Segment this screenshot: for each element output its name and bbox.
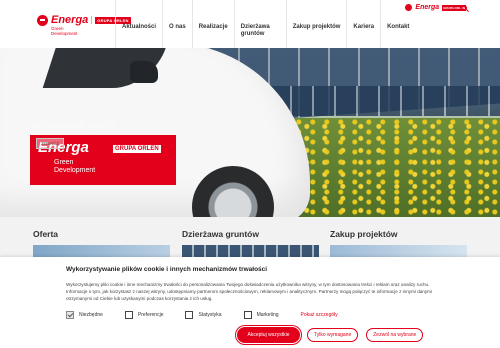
section-oferta[interactable]: Oferta [33, 229, 58, 239]
hero-banner: Energa GRUPA ORLEN Green Development Akt… [0, 48, 500, 217]
nav-item-kariera[interactable]: Kariera [346, 0, 380, 48]
show-details-link[interactable]: Pokaż szczegóły [301, 312, 338, 318]
cookie-buttons: Akceptuj wszystkie Tylko wymagane Zezwól… [238, 328, 424, 342]
logo-divider [91, 16, 93, 24]
section-image-dzierzawa [182, 245, 319, 257]
section-title: Oferta [33, 229, 59, 239]
top-group-logo[interactable]: Energa GRUPA ORLEN [405, 4, 466, 11]
nav-item-aktualnosci[interactable]: Aktualności [115, 0, 162, 48]
energa-logo-icon [37, 14, 48, 26]
decal-green-line: Green [54, 159, 74, 166]
section-title: Zakup projektów [330, 229, 398, 239]
energa-small-icon [405, 4, 413, 11]
decal-grupa-text: GRUPA ORLEN [113, 145, 161, 153]
decal-development-line: Development [54, 167, 96, 174]
accept-all-button[interactable]: Akceptuj wszystkie [238, 328, 299, 342]
checkbox-preferencje[interactable]: Preferencje [124, 311, 164, 319]
section-image-zakup [330, 245, 467, 257]
main-nav: Aktualności O nas Realizacje Dzierżawa g… [115, 0, 415, 48]
section-image-oferta [33, 245, 170, 257]
checkbox-label: Marketing [256, 312, 279, 318]
checkbox-niezbedne[interactable]: Niezbędne [66, 311, 103, 319]
hero-title: Aktualności spółki [32, 120, 116, 131]
search-icon[interactable] [461, 5, 467, 11]
checkbox-checked-icon[interactable] [66, 311, 74, 319]
allow-selected-button[interactable]: Zezwól na wybrane [366, 328, 424, 342]
nav-item-zakup-projektow[interactable]: Zakup projektów [285, 0, 347, 48]
nav-item-realizacje[interactable]: Realizacje [191, 0, 234, 48]
decal-green-text: Green Development [54, 159, 95, 175]
checkbox-box[interactable] [185, 311, 194, 319]
cookie-banner: Wykorzystywanie plików cookie i innych m… [0, 257, 500, 348]
checkbox-label: Statystyka [198, 312, 222, 318]
nav-item-o-nas[interactable]: O nas [162, 0, 192, 48]
hero-see-button[interactable]: ZOBACZ [36, 138, 65, 149]
cookie-description: Wykorzystujemy pliki cookie i inne mecha… [66, 282, 433, 301]
cookie-checkboxes: Niezbędne Preferencje Statystyka Marketi… [66, 311, 338, 319]
car-mirror [130, 61, 158, 83]
nav-item-dzierzawa[interactable]: Dzierżawa gruntów [233, 0, 286, 48]
only-required-button[interactable]: Tylko wymagane [307, 328, 359, 342]
section-title: Dzierżawa gruntów [182, 229, 259, 239]
section-zakup[interactable]: Zakup projektów [330, 229, 398, 239]
checkbox-marketing[interactable]: Marketing [243, 311, 279, 319]
checkbox-label: Preferencje [137, 312, 164, 318]
checkbox-label: Niezbędne [79, 312, 103, 318]
top-logo-text: Energa [415, 4, 440, 11]
checkbox-box[interactable] [124, 311, 133, 319]
cookie-title: Wykorzystywanie plików cookie i innych m… [66, 266, 268, 273]
logo-text: Energa [51, 14, 89, 26]
checkbox-statystyka[interactable]: Statystyka [185, 311, 222, 319]
sections-strip: Oferta Dzierżawa gruntów Zakup projektów [0, 217, 500, 257]
site-header: Energa GRUPA ORLEN Green Development Akt… [0, 0, 500, 48]
checkbox-box[interactable] [243, 311, 252, 319]
section-dzierzawa[interactable]: Dzierżawa gruntów [182, 229, 259, 239]
